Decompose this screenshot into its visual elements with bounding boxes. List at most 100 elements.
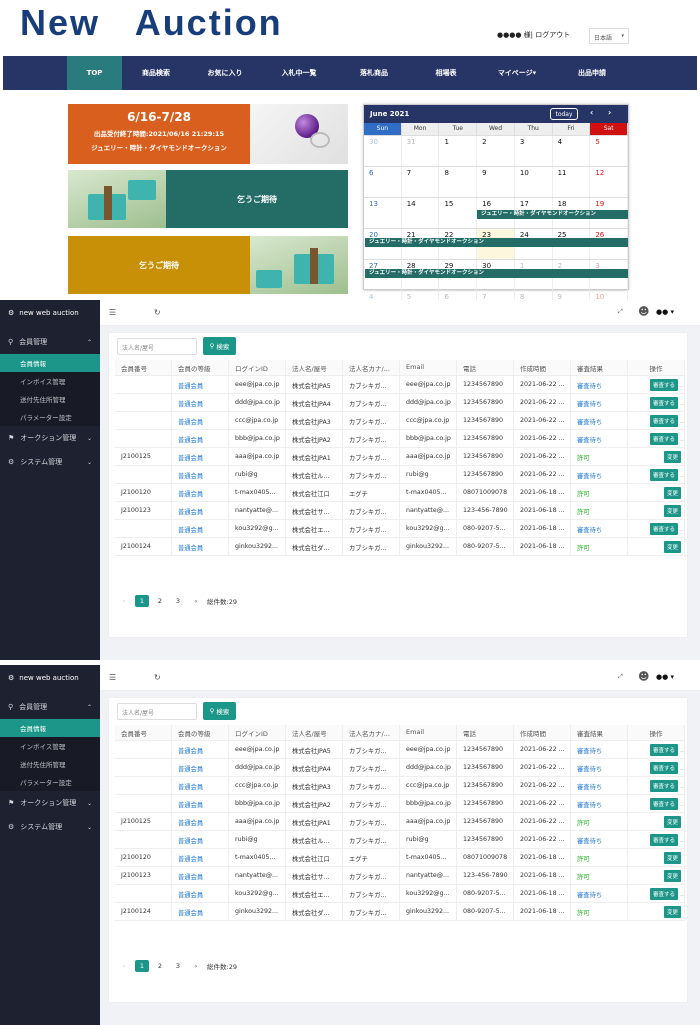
review-button[interactable]: 審査する (650, 798, 679, 810)
page-number[interactable]: 3 (171, 595, 185, 607)
table-cell[interactable]: 普通会員 (172, 885, 229, 902)
table-cell[interactable]: 審査待ち (571, 430, 628, 447)
table-cell[interactable]: 審査待ち (571, 777, 628, 794)
table-row[interactable]: 普通会員 ddd@jpa.co.jp 株式会社JPA4 カブシキガ... ddd@jpa… (115, 759, 685, 777)
table-cell[interactable]: 審査待ち (571, 795, 628, 812)
refresh-icon[interactable]: ↻ (154, 308, 161, 317)
table-cell[interactable]: 普通会員 (172, 376, 229, 393)
table-cell[interactable]: 普通会員 (172, 831, 229, 848)
column-header[interactable]: 法人名/屋号 (286, 725, 343, 740)
calendar-day[interactable]: 10 (515, 167, 553, 197)
page-number[interactable]: 3 (171, 960, 185, 972)
language-select[interactable]: 日本語 ▾ (589, 28, 629, 44)
table-cell[interactable]: 普通会員 (172, 741, 229, 758)
table-cell[interactable]: 審査待ち (571, 520, 628, 537)
search-input[interactable]: 法人名/屋号 (117, 338, 197, 355)
table-row[interactable]: 普通会員 rubi@g 株式会社ル... カブシキガ... rubi@g 12345678… (115, 831, 685, 849)
table-row[interactable]: 普通会員 eee@jpa.co.jp 株式会社JPA5 カブシキガ... eee@jpa… (115, 741, 685, 759)
column-header[interactable]: 会員の等級 (172, 725, 229, 740)
next-page-icon[interactable]: › (189, 960, 203, 972)
menu-member-group[interactable]: ⚲ 会員管理 ⌃ (0, 695, 100, 719)
menu-toggle-icon[interactable]: ☰ (109, 673, 116, 682)
table-cell[interactable]: 普通会員 (172, 867, 229, 884)
table-cell[interactable]: 普通会員 (172, 795, 229, 812)
coming-soon-banner-gold[interactable]: 乞うご期待 (68, 236, 250, 294)
calendar-day[interactable]: 30 (364, 136, 402, 166)
next-month-icon[interactable]: › (608, 108, 611, 117)
column-header[interactable]: 会員番号 (115, 360, 172, 375)
table-cell[interactable]: 審査待ち (571, 831, 628, 848)
review-button[interactable]: 審査する (650, 888, 679, 900)
table-cell[interactable]: 普通会員 (172, 849, 229, 866)
column-header[interactable]: ログインID (229, 725, 286, 740)
table-row[interactable]: 普通会員 ccc@jpa.co.jp 株式会社JPA3 カブシキガ... ccc@jpa… (115, 777, 685, 795)
search-button[interactable]: ⚲ 検索 (203, 337, 236, 355)
nav-won[interactable]: 落札商品 (338, 56, 410, 90)
user-label[interactable]: ●●●● 様| ログアウト (497, 30, 570, 40)
review-button[interactable]: 審査する (650, 762, 679, 774)
avatar[interactable]: ☻ (638, 670, 649, 683)
column-header[interactable]: Email (400, 360, 457, 375)
search-button[interactable]: ⚲ 検索 (203, 702, 236, 720)
page-number[interactable]: 2 (153, 595, 167, 607)
calendar-event[interactable]: ジュエリー・時計・ダイヤモンドオークション (477, 210, 628, 219)
table-row[interactable]: 普通会員 eee@jpa.co.jp 株式会社JPA5 カブシキガ... eee@jpa… (115, 376, 685, 394)
menu-item[interactable]: パラメーター設定 (0, 408, 100, 426)
user-name[interactable]: ●● ▾ (656, 308, 674, 316)
menu-auction-group[interactable]: ⚑ オークション管理 ⌄ (0, 791, 100, 815)
brand[interactable]: ⚙ new web auction (0, 300, 100, 326)
review-button[interactable]: 審査する (650, 469, 679, 481)
calendar-day[interactable]: 8 (439, 167, 478, 197)
table-row[interactable]: J2100124 普通会員 ginkou3292... 株式会社ダ... カブシキガ..… (115, 903, 685, 921)
prev-page-icon[interactable]: ‹ (117, 595, 131, 607)
column-header[interactable]: 作成時間 (514, 725, 571, 740)
nav-search[interactable]: 商品検索 (122, 56, 190, 90)
column-header[interactable]: 法人名カナ/... (343, 360, 400, 375)
page-number[interactable]: 1 (135, 960, 149, 972)
nav-favorites[interactable]: お気に入り (190, 56, 260, 90)
review-button[interactable]: 審査する (650, 780, 679, 792)
nav-top[interactable]: TOP (67, 56, 122, 90)
edit-button[interactable]: 変更 (664, 852, 682, 864)
table-cell[interactable]: 普通会員 (172, 903, 229, 920)
column-header[interactable]: 法人名カナ/... (343, 725, 400, 740)
review-button[interactable]: 審査する (650, 744, 679, 756)
fullscreen-icon[interactable]: ⤢ (618, 308, 623, 316)
table-row[interactable]: J2100120 普通会員 t-max0405... 株式会社江口 エグチ t-max04… (115, 849, 685, 867)
column-header[interactable]: 操作 (628, 360, 685, 375)
edit-button[interactable]: 変更 (664, 906, 682, 918)
table-cell[interactable]: 審査待ち (571, 412, 628, 429)
fullscreen-icon[interactable]: ⤢ (618, 673, 623, 681)
edit-button[interactable]: 変更 (664, 870, 682, 882)
today-button[interactable]: today (550, 108, 578, 120)
menu-item[interactable]: パラメーター設定 (0, 773, 100, 791)
user-logout-link[interactable]: ●●●● 様| ログアウト (497, 30, 570, 40)
review-button[interactable]: 審査する (650, 834, 679, 846)
menu-auction-group[interactable]: ⚑ オークション管理 ⌄ (0, 426, 100, 450)
table-row[interactable]: J2100120 普通会員 t-max0405... 株式会社江口 エグチ t-max04… (115, 484, 685, 502)
site-logo[interactable]: New Auction (20, 2, 283, 44)
column-header[interactable]: 審査結果 (571, 360, 628, 375)
column-header[interactable]: 法人名/屋号 (286, 360, 343, 375)
table-cell[interactable]: 許可 (571, 538, 628, 555)
column-header[interactable]: 会員の等級 (172, 360, 229, 375)
menu-item[interactable]: インボイス管理 (0, 737, 100, 755)
prev-month-icon[interactable]: ‹ (590, 108, 593, 117)
table-cell[interactable]: 普通会員 (172, 430, 229, 447)
table-cell[interactable]: 許可 (571, 849, 628, 866)
auction-banner[interactable]: 6/16-7/28 出品受付終了時間:2021/06/16 21:29:15 ジ… (68, 104, 250, 164)
table-row[interactable]: 普通会員 bbb@jpa.co.jp 株式会社JPA2 カブシキガ... bbb@jpa… (115, 795, 685, 813)
nav-market[interactable]: 相場表 (410, 56, 482, 90)
calendar-day[interactable]: 6 (364, 167, 402, 197)
refresh-icon[interactable]: ↻ (154, 673, 161, 682)
column-header[interactable]: 電話 (457, 360, 514, 375)
table-row[interactable]: J2100124 普通会員 ginkou3292... 株式会社ダ... カブシキガ..… (115, 538, 685, 556)
column-header[interactable]: 会員番号 (115, 725, 172, 740)
menu-item[interactable]: 送付先住所管理 (0, 755, 100, 773)
table-cell[interactable]: 普通会員 (172, 466, 229, 483)
table-row[interactable]: 普通会員 kou3292@g... 株式会社エ... カブシキガ... kou3292@… (115, 520, 685, 538)
avatar[interactable]: ☻ (638, 305, 649, 318)
calendar-day[interactable]: 5 (590, 136, 629, 166)
table-cell[interactable]: 審査待ち (571, 885, 628, 902)
table-row[interactable]: 普通会員 rubi@g 株式会社ル... カブシキガ... rubi@g 12345678… (115, 466, 685, 484)
